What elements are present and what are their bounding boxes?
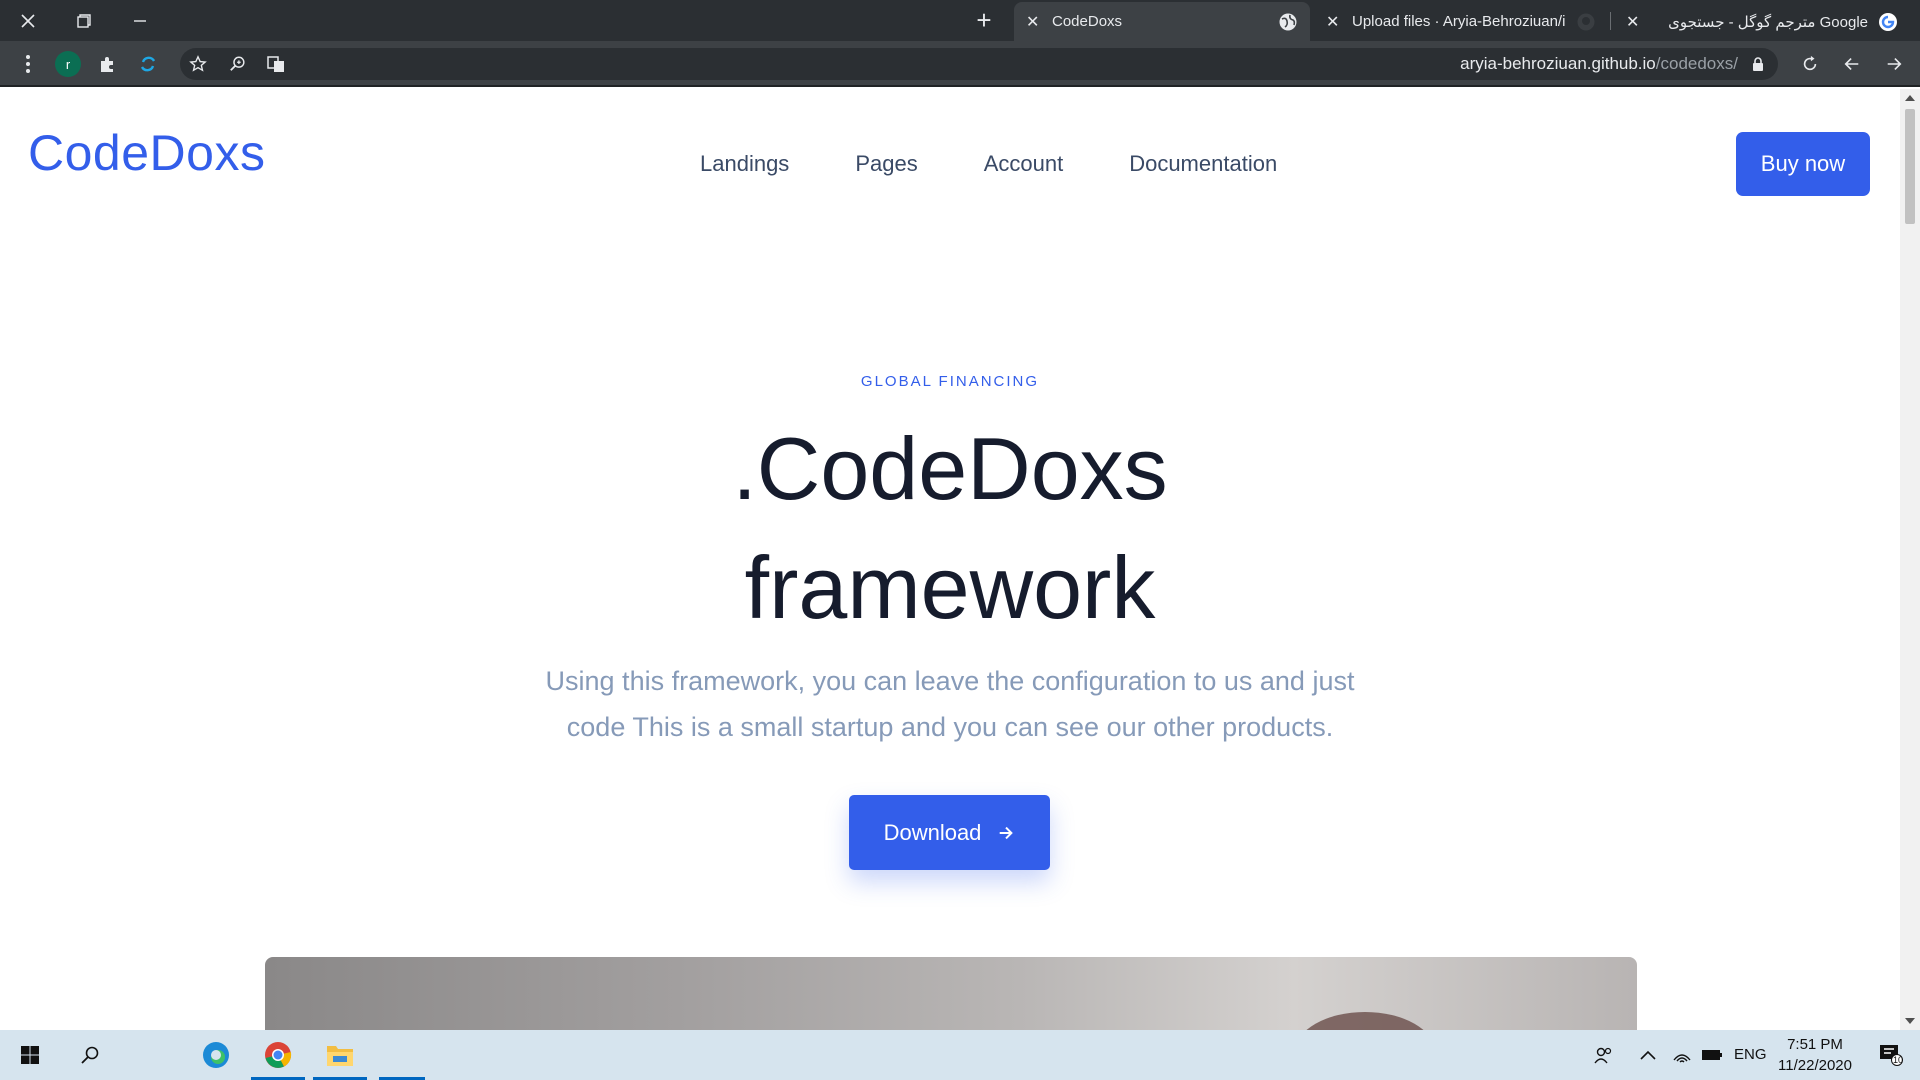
scroll-thumb[interactable] — [1905, 109, 1915, 224]
url-path: /codedoxs/ — [1655, 54, 1738, 73]
back-button[interactable] — [1834, 41, 1870, 87]
url-text: aryia-behroziuan.github.io/codedoxs/ — [1460, 48, 1738, 80]
battery-icon — [1702, 1050, 1722, 1060]
kebab-menu-icon — [26, 55, 30, 73]
battery-button[interactable] — [1694, 1030, 1730, 1080]
tab-upload-files[interactable]: ✕ Upload files · Aryia-Behroziuan/ir — [1314, 2, 1608, 41]
restore-icon — [77, 13, 91, 28]
headline-line-1: .CodeDoxs — [732, 419, 1168, 518]
tab-title: مترجم گوگل - جستجوی Google — [1668, 13, 1868, 31]
address-bar[interactable]: aryia-behroziuan.github.io/codedoxs/ — [180, 48, 1778, 80]
github-icon — [1577, 13, 1595, 30]
translate-icon — [267, 56, 284, 72]
tab-close-icon[interactable]: ✕ — [1326, 12, 1344, 32]
hero-eyebrow: GLOBAL FINANCING — [860, 373, 1040, 390]
windows-logo-icon — [21, 1046, 39, 1064]
windows-taskbar: ENG 7:51 PM 11/22/2020 10 — [0, 1030, 1920, 1080]
url-host: aryia-behroziuan.github.io — [1460, 54, 1656, 73]
profile-button[interactable]: r — [50, 41, 86, 87]
scroll-down-arrow-icon[interactable] — [1905, 1018, 1915, 1024]
clock-date: 11/22/2020 — [1778, 1057, 1852, 1074]
site-logo[interactable]: CodeDoxs — [28, 124, 265, 182]
action-center-button[interactable]: 10 — [1866, 1030, 1916, 1080]
people-icon — [1594, 1047, 1612, 1064]
minimize-icon — [134, 19, 146, 22]
tab-close-icon[interactable]: ✕ — [1626, 12, 1644, 32]
wifi-icon — [1673, 1054, 1691, 1063]
buy-now-button[interactable]: Buy now — [1736, 132, 1870, 196]
puzzle-icon — [101, 57, 113, 72]
headline-line-2: framework — [744, 538, 1156, 637]
people-button[interactable] — [1578, 1030, 1628, 1080]
taskbar-clock[interactable]: 7:51 PM 11/22/2020 — [1760, 1034, 1870, 1076]
sync-extension-icon — [140, 56, 156, 72]
chrome-icon — [265, 1042, 292, 1068]
browser-menu-button[interactable] — [10, 41, 46, 87]
nav-account[interactable]: Account — [984, 151, 1064, 177]
taskbar-file-explorer[interactable] — [310, 1030, 370, 1080]
hero-image-subject — [1295, 1012, 1435, 1030]
nav-documentation[interactable]: Documentation — [1129, 151, 1277, 177]
forward-button[interactable] — [1876, 41, 1912, 87]
hero-headline: .CodeDoxs framework — [0, 409, 1900, 647]
download-button[interactable]: Download — [849, 795, 1050, 870]
hero-image — [265, 957, 1637, 1030]
edge-icon — [203, 1042, 229, 1068]
reload-icon — [1803, 55, 1817, 71]
download-label: Download — [883, 819, 982, 845]
notification-count: 10 — [1893, 1055, 1904, 1065]
page-viewport: CodeDoxs Landings Pages Account Document… — [0, 89, 1900, 1030]
taskbar-chrome[interactable] — [248, 1030, 308, 1080]
zoom-icon — [230, 56, 245, 71]
chevron-up-icon — [1640, 1050, 1656, 1060]
tray-overflow-button[interactable] — [1628, 1030, 1668, 1080]
zoom-button[interactable] — [220, 41, 256, 87]
star-icon — [189, 55, 207, 72]
google-icon — [1879, 12, 1897, 31]
tab-google-translate[interactable]: ✕ مترجم گوگل - جستجوی Google — [1614, 2, 1910, 41]
start-button[interactable] — [0, 1030, 60, 1080]
hero-lead: Using this framework, you can leave the … — [500, 658, 1400, 750]
tab-close-icon[interactable]: ✕ — [1026, 12, 1044, 32]
search-icon — [81, 1046, 99, 1064]
clock-time: 7:51 PM — [1787, 1036, 1843, 1053]
tab-title: CodeDoxs — [1052, 13, 1123, 30]
globe-icon — [1279, 13, 1297, 30]
page-scrollbar[interactable] — [1900, 89, 1920, 1030]
translate-button[interactable] — [258, 41, 294, 87]
window-restore-button[interactable] — [56, 0, 112, 41]
tab-separator — [1610, 12, 1611, 30]
window-close-button[interactable] — [0, 0, 56, 41]
browser-toolbar: r aryia-behroziuan.github.io/codedoxs/ — [0, 41, 1920, 87]
lead-line-1: Using this framework, you can leave the … — [545, 666, 1355, 696]
taskbar-edge[interactable] — [186, 1030, 246, 1080]
bookmark-star-button[interactable] — [180, 41, 216, 87]
taskbar-running-app[interactable] — [376, 1030, 428, 1080]
reload-button[interactable] — [1792, 41, 1828, 87]
lead-line-2: code This is a small startup and you can… — [566, 712, 1334, 742]
lock-icon[interactable] — [1752, 57, 1764, 71]
tab-title: Upload files · Aryia-Behroziuan/ir — [1352, 13, 1566, 30]
tab-codedoxs[interactable]: ✕ CodeDoxs — [1014, 2, 1310, 41]
arrow-right-icon — [1887, 58, 1902, 70]
new-tab-button[interactable]: + — [960, 0, 1008, 41]
close-icon — [21, 13, 35, 28]
avatar: r — [55, 51, 81, 77]
arrow-left-icon — [1844, 58, 1859, 70]
main-nav: Landings Pages Account Documentation — [700, 151, 1277, 177]
folder-icon — [327, 1046, 353, 1066]
plus-icon: + — [976, 5, 992, 35]
scroll-up-arrow-icon[interactable] — [1905, 95, 1915, 101]
window-minimize-button[interactable] — [112, 0, 168, 41]
search-button[interactable] — [60, 1030, 120, 1080]
arrow-right-icon — [1000, 826, 1014, 839]
nav-pages[interactable]: Pages — [855, 151, 917, 177]
browser-tabstrip: + ✕ CodeDoxs ✕ Upload files · Aryia-Behr… — [0, 0, 1920, 41]
nav-landings[interactable]: Landings — [700, 151, 789, 177]
extensions-button[interactable] — [90, 41, 126, 87]
extension-sync-button[interactable] — [130, 41, 166, 87]
